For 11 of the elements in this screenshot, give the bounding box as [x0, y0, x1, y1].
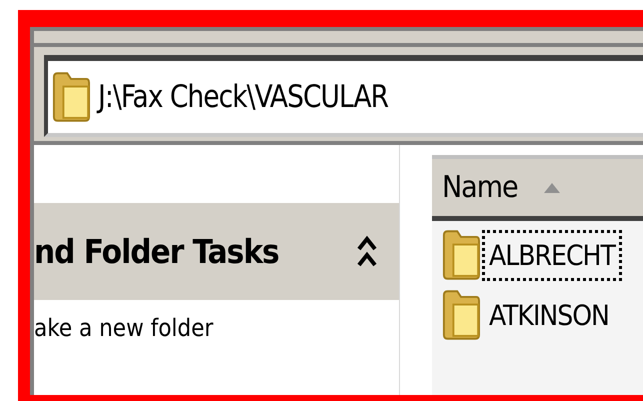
folder-icon	[52, 71, 90, 123]
collapse-chevron-icon[interactable]	[357, 234, 377, 268]
task-pane-header[interactable]: nd Folder Tasks	[34, 203, 399, 300]
address-field[interactable]: J:\Fax Check\VASCULAR	[44, 55, 643, 137]
folder-name[interactable]: ATKINSON	[482, 290, 616, 340]
folder-name[interactable]: ALBRECHT	[482, 230, 622, 280]
task-pane-title: nd Folder Tasks	[34, 232, 279, 271]
folder-icon	[442, 229, 480, 281]
folder-icon	[442, 289, 480, 341]
address-path: J:\Fax Check\VASCULAR	[98, 79, 388, 115]
task-link[interactable]: ake a new folder	[34, 314, 214, 342]
